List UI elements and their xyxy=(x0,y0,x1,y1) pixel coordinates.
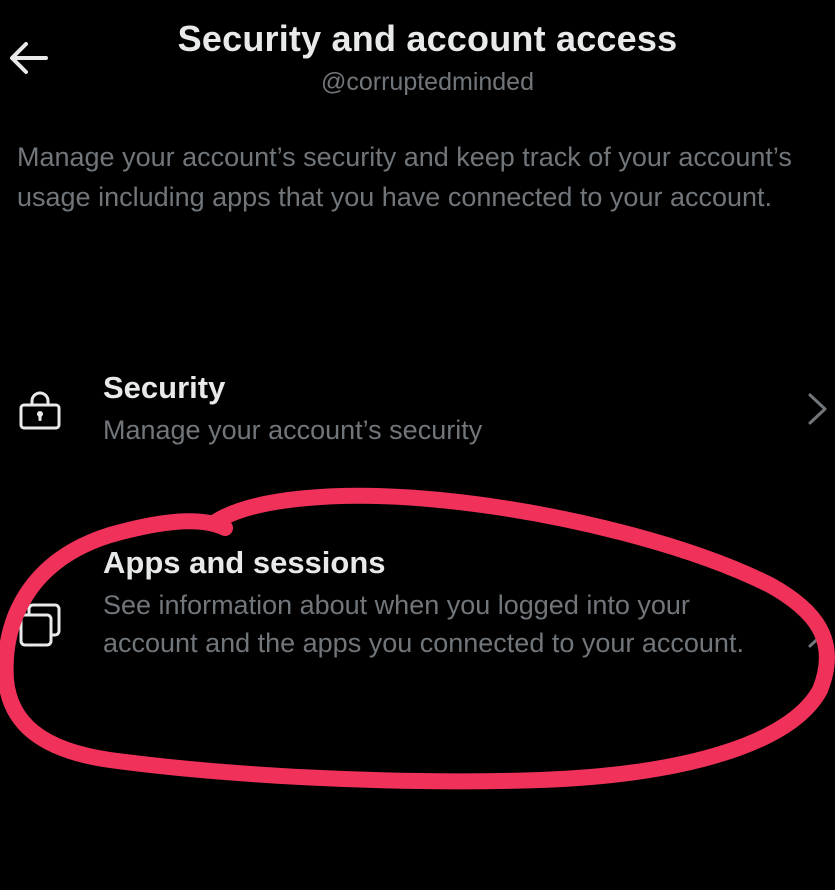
lock-icon xyxy=(19,391,61,430)
chevron-right-icon xyxy=(808,393,827,425)
security-description: Manage your account’s security xyxy=(103,415,483,445)
page-title: Security and account access xyxy=(177,18,678,59)
security-title: Security xyxy=(103,370,226,405)
header: Security and account access @corruptedmi… xyxy=(0,0,835,110)
apps-and-sessions-description: See information about when you logged in… xyxy=(103,590,744,658)
page-description: Manage your account’s security and keep … xyxy=(17,142,792,212)
chevron-right-icon xyxy=(808,616,827,648)
account-handle: @corruptedminded xyxy=(321,68,534,96)
security-menu-item[interactable]: Security Manage your account’s security xyxy=(0,365,835,465)
stacked-windows-icon xyxy=(19,603,61,647)
apps-and-sessions-title: Apps and sessions xyxy=(103,545,386,580)
apps-and-sessions-menu-item[interactable]: Apps and sessions See information about … xyxy=(0,540,835,710)
